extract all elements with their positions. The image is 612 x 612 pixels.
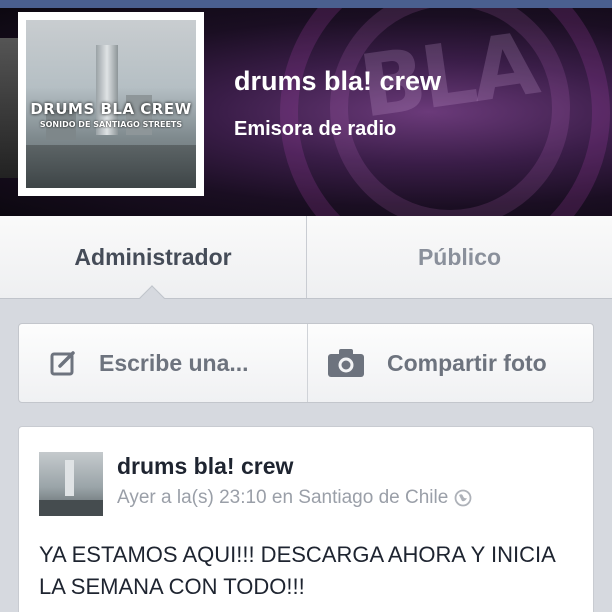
feed-post: drums bla! crew Ayer a la(s) 23:10 en Sa…	[18, 426, 594, 612]
post-meta: Ayer a la(s) 23:10 en Santiago de Chile	[117, 487, 472, 509]
profile-image: DRUMS BLA CREW SONIDO DE SANTIAGO STREET…	[26, 20, 196, 188]
post-timestamp-location[interactable]: Ayer a la(s) 23:10 en Santiago de Chile	[117, 487, 448, 509]
profile-picture[interactable]: DRUMS BLA CREW SONIDO DE SANTIAGO STREET…	[18, 12, 204, 196]
page-title: drums bla! crew	[234, 66, 442, 96]
profile-logo-title: DRUMS BLA CREW	[30, 100, 192, 118]
camera-icon	[327, 348, 365, 378]
write-post-label: Escribe una...	[99, 349, 249, 376]
page-category: Emisora de radio	[234, 118, 397, 140]
avatar-road	[39, 500, 103, 516]
composer-divider	[307, 324, 308, 402]
profile-logo-subtitle: SONIDO DE SANTIAGO STREETS	[39, 120, 183, 129]
post-author-avatar[interactable]	[39, 452, 103, 516]
tab-publico[interactable]: Público	[307, 216, 612, 298]
share-photo-label: Compartir foto	[387, 349, 547, 376]
compose-icon	[49, 349, 77, 377]
share-photo-button[interactable]: Compartir foto	[327, 324, 547, 402]
globe-icon	[454, 489, 472, 507]
post-author-name[interactable]: drums bla! crew	[117, 453, 293, 480]
view-tabs: Administrador Público	[0, 216, 612, 299]
avatar-tower	[65, 460, 74, 496]
write-post-button[interactable]: Escribe una...	[49, 324, 249, 402]
post-body: YA ESTAMOS AQUI!!! DESCARGA AHORA Y INIC…	[39, 542, 555, 599]
image-road	[26, 145, 196, 188]
top-status-bar	[0, 0, 612, 8]
cover-edge	[0, 38, 20, 178]
post-composer: Escribe una... Compartir foto	[18, 323, 594, 403]
